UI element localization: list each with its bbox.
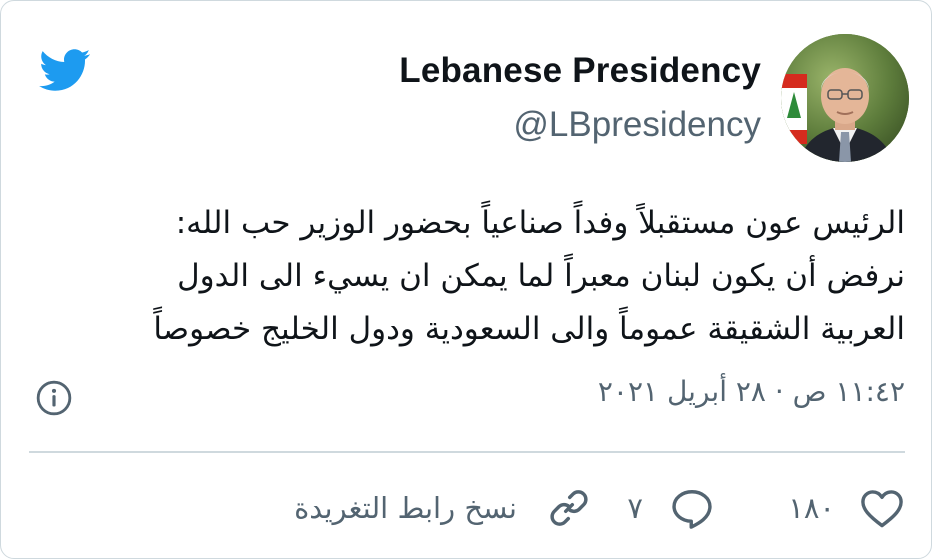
copy-link-label: نسخ رابط التغريدة xyxy=(294,491,517,525)
tweet-text-line: الرئيس عون مستقبلاً وفداً صناعياً بحضور … xyxy=(175,205,905,241)
copy-link-button[interactable]: نسخ رابط التغريدة xyxy=(294,485,591,531)
divider xyxy=(29,451,905,453)
heart-icon xyxy=(861,490,903,528)
info-icon[interactable] xyxy=(35,379,73,417)
like-count: ١٨٠ xyxy=(788,491,835,525)
reply-count: ٧ xyxy=(627,491,643,525)
reply-button[interactable]: ٧ xyxy=(627,485,715,531)
like-button[interactable]: ١٨٠ xyxy=(788,485,905,531)
twitter-bird-icon[interactable] xyxy=(31,43,97,97)
tweet-text: الرئيس عون مستقبلاً وفداً صناعياً بحضور … xyxy=(25,197,905,356)
display-name[interactable]: Lebanese Presidency xyxy=(399,51,761,91)
tweet-timestamp[interactable]: ١١:٤٢ ص · ٢٨ أبريل ٢٠٢١ xyxy=(598,375,905,408)
tweet-text-line: العربية الشقيقة عموماً والى السعودية ودو… xyxy=(153,311,905,347)
profile-photo xyxy=(781,34,909,162)
speech-bubble-icon xyxy=(672,490,712,529)
tweet-embed-card[interactable]: Lebanese Presidency @LBpresidency الرئيس… xyxy=(0,0,932,559)
tweet-text-line: نرفض أن يكون لبنان معبراً لما يمكن ان يس… xyxy=(177,258,905,294)
link-icon xyxy=(550,490,588,526)
user-handle[interactable]: @LBpresidency xyxy=(513,105,761,145)
avatar[interactable] xyxy=(781,34,909,162)
